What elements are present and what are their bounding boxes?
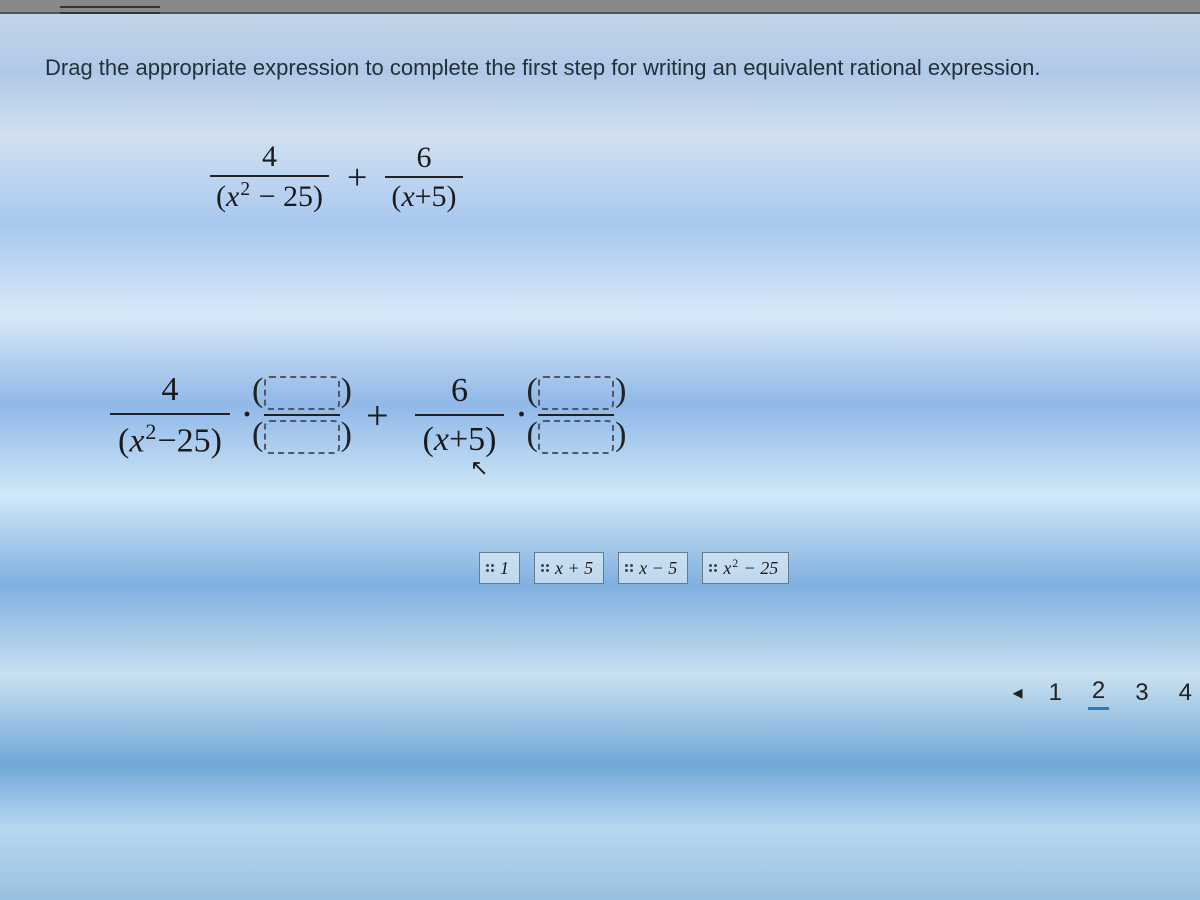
orig-fraction-2: 6 (x+5) [385, 141, 462, 213]
tile-1[interactable]: 1 [479, 552, 520, 584]
tile-x-minus-5-label: x − 5 [639, 558, 677, 579]
pager-prev-button[interactable]: ◂ [1013, 680, 1023, 705]
orig-fraction-1: 4 (x2 − 25) [210, 140, 329, 213]
paren-right-icon: ) [341, 372, 352, 410]
step-frac2-denominator: (x+5) [415, 414, 505, 459]
paren-left-icon: ( [252, 416, 263, 454]
pager-page-3[interactable]: 3 [1131, 677, 1152, 709]
drag-grip-icon [486, 564, 494, 572]
step-frac2-numerator: 6 [443, 371, 476, 414]
tile-1-label: 1 [500, 558, 509, 579]
paren-right-icon: ) [615, 372, 626, 410]
step-frac1-denominator: (x2−25) [110, 413, 230, 460]
multiply-dot-2: · [516, 398, 526, 432]
drop-target-1-numerator[interactable]: ( ) [264, 376, 340, 410]
pager-page-1[interactable]: 1 [1045, 677, 1066, 709]
drop-target-1-denominator[interactable]: ( ) [264, 420, 340, 454]
original-expression: 4 (x2 − 25) + 6 (x+5) [210, 140, 463, 213]
step-pager: ◂ 1 2 3 4 [1013, 675, 1200, 710]
drop-target-2-denominator[interactable]: ( ) [538, 420, 614, 454]
orig-frac1-denominator: (x2 − 25) [210, 175, 329, 213]
step-fraction-2: 6 (x+5) [415, 371, 505, 459]
plus-sign: + [347, 156, 367, 198]
pager-page-2[interactable]: 2 [1088, 675, 1109, 710]
tile-x2-minus-25-label: x2 − 25 [723, 557, 778, 579]
drag-grip-icon [709, 564, 717, 572]
paren-left-icon: ( [252, 372, 263, 410]
window-top-edge [0, 0, 1200, 14]
paren-left-icon: ( [526, 372, 537, 410]
tile-x-plus-5-label: x + 5 [555, 558, 593, 579]
orig-frac2-denominator: (x+5) [385, 176, 462, 213]
paren-left-icon: ( [526, 416, 537, 454]
step-fraction-1: 4 (x2−25) [110, 370, 230, 461]
plus-sign: + [366, 392, 389, 439]
instruction-text: Drag the appropriate expression to compl… [45, 55, 1040, 81]
step-frac1-numerator: 4 [153, 370, 186, 413]
step-expression: 4 (x2−25) · ( ) ( ) + 6 (x+5) · ( ) ( ) [110, 370, 614, 461]
tile-x-minus-5[interactable]: x − 5 [618, 552, 688, 584]
tile-x-plus-5[interactable]: x + 5 [534, 552, 604, 584]
multiplier-fraction-2: ( ) ( ) [538, 376, 614, 454]
multiplier-fraction-1: ( ) ( ) [264, 376, 340, 454]
tile-x2-minus-25[interactable]: x2 − 25 [702, 552, 789, 584]
drag-grip-icon [625, 564, 633, 572]
pager-page-4[interactable]: 4 [1175, 677, 1196, 709]
orig-frac2-numerator: 6 [410, 141, 437, 176]
paren-right-icon: ) [615, 416, 626, 454]
orig-frac1-numerator: 4 [256, 140, 283, 175]
multiply-dot-1: · [242, 398, 252, 432]
drop-target-2-numerator[interactable]: ( ) [538, 376, 614, 410]
draggable-tiles-row: 1 x + 5 x − 5 x2 − 25 [479, 552, 789, 584]
paren-right-icon: ) [341, 416, 352, 454]
drag-grip-icon [541, 564, 549, 572]
